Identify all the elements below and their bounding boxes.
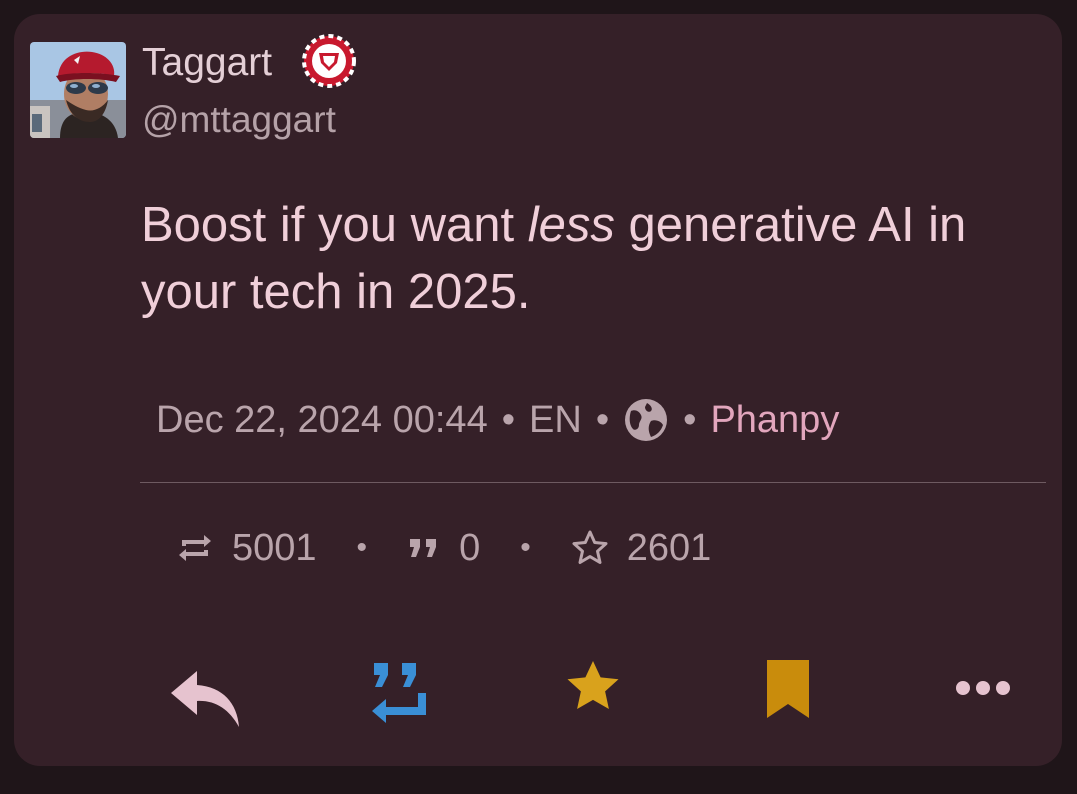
post-client-link[interactable]: Phanpy	[710, 399, 839, 442]
post-content-emphasis: less	[527, 198, 615, 252]
bookmark-icon	[767, 660, 809, 718]
post-content: Boost if you want less generative AI in …	[141, 192, 1046, 326]
favourites-stat[interactable]: 2601	[571, 526, 712, 570]
boosts-count: 5001	[232, 526, 317, 569]
quotes-count: 0	[459, 526, 481, 569]
reply-button[interactable]	[159, 658, 249, 738]
reply-icon	[171, 671, 239, 727]
quote-count-icon	[410, 539, 437, 557]
post-stats: 5001 • 0 • 2601	[176, 522, 711, 574]
boost-button[interactable]	[353, 652, 443, 732]
stats-separator: •	[520, 531, 531, 564]
bookmark-button[interactable]	[743, 648, 833, 728]
more-button[interactable]	[938, 648, 1028, 728]
globe-icon	[623, 397, 669, 443]
post-content-text: Boost if you want	[141, 198, 528, 252]
boost-icon	[372, 663, 426, 723]
boost-count-icon	[179, 535, 211, 561]
post-language: EN	[529, 398, 582, 441]
boosts-stat[interactable]: 5001	[176, 527, 317, 570]
more-icon	[956, 681, 1010, 695]
favourite-button[interactable]	[548, 648, 638, 728]
meta-separator: •	[683, 398, 697, 441]
post-meta: Dec 22, 2024 00:44 • EN • • Phanpy	[156, 392, 839, 448]
stats-separator: •	[356, 531, 368, 564]
author-handle[interactable]: @mttaggart	[142, 98, 336, 142]
star-outline-icon	[572, 530, 608, 564]
avatar[interactable]	[30, 42, 126, 138]
post-card: Taggart @mttaggart Boost if you want les…	[14, 14, 1062, 766]
meta-separator: •	[501, 398, 516, 441]
author-display-name[interactable]: Taggart	[142, 40, 272, 86]
divider	[140, 482, 1046, 483]
meta-separator: •	[595, 398, 610, 441]
quotes-stat[interactable]: 0	[407, 527, 480, 570]
shield-badge-icon	[302, 34, 356, 88]
favourites-count: 2601	[626, 526, 712, 569]
star-icon	[567, 661, 619, 709]
post-timestamp[interactable]: Dec 22, 2024 00:44	[156, 399, 488, 442]
